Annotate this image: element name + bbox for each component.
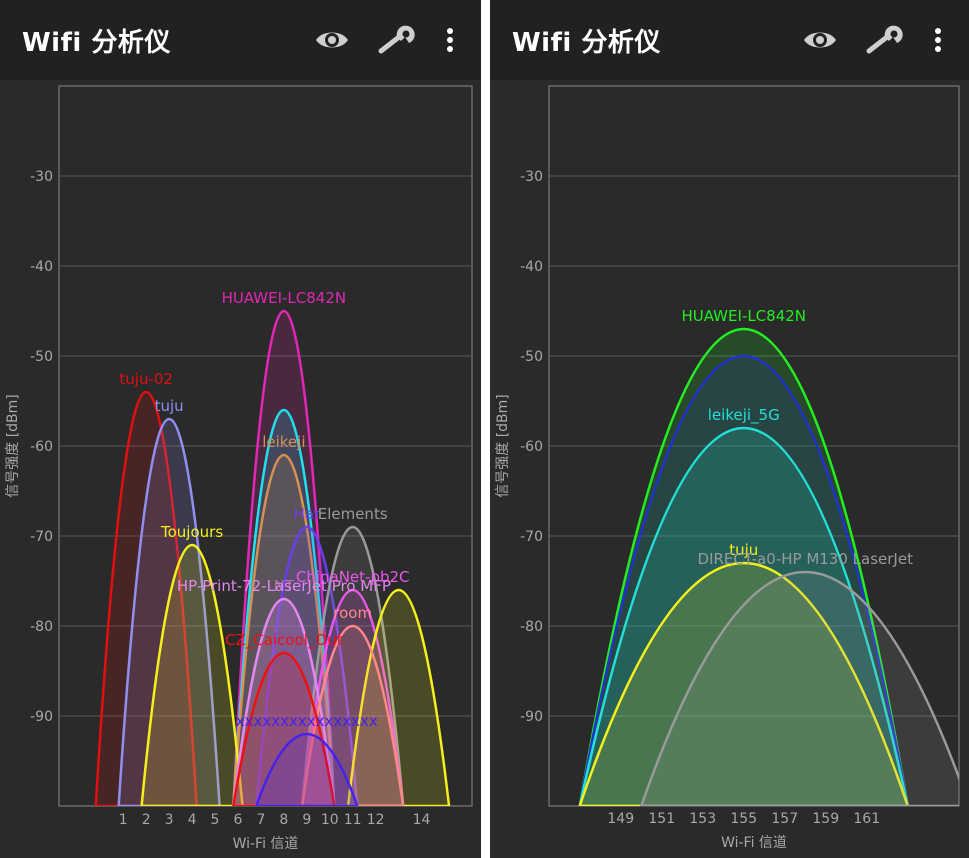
x-tick-label: 7 (256, 812, 265, 828)
y-tick-label: -50 (30, 349, 53, 365)
y-tick-label: -70 (30, 529, 53, 545)
y-tick-label: -40 (520, 259, 543, 275)
x-axis-label: Wi-Fi 信道 (721, 835, 787, 851)
x-tick-label: 4 (188, 812, 197, 828)
y-tick-label: -30 (30, 169, 53, 185)
x-axis-label: Wi-Fi 信道 (233, 836, 299, 852)
network-label: leikeji_5G (708, 406, 780, 425)
more-button[interactable] (427, 18, 473, 62)
x-tick-label: 2 (142, 812, 151, 828)
x-tick-label: 153 (689, 811, 716, 827)
network-label: tuju (155, 397, 184, 415)
network-label: tuju-02 (119, 370, 173, 388)
app-title: Wifi 分析仪 (512, 28, 661, 58)
network-label: CZ_Caicool_Out (225, 631, 343, 650)
app-bar: Wifi 分析仪 (490, 0, 969, 80)
x-tick-label: 6 (234, 812, 243, 828)
y-tick-label: -70 (520, 529, 543, 545)
x-tick-label: 151 (648, 811, 675, 827)
x-tick-label: 159 (812, 811, 839, 827)
y-tick-label: -50 (520, 349, 543, 365)
y-axis-label: 信号强度 [dBm] (5, 394, 21, 498)
y-tick-label: -90 (30, 709, 53, 725)
x-tick-label: 10 (321, 812, 339, 828)
x-tick-label: 1 (119, 812, 128, 828)
x-tick-label: 12 (367, 812, 385, 828)
more-button[interactable] (915, 18, 961, 62)
x-tick-label: 157 (771, 811, 798, 827)
wrench-icon (866, 25, 903, 54)
x-tick-label: 11 (344, 812, 362, 828)
signal-chart: -30-40-50-60-70-80-90信号强度 [dBm]1 2 3 4 5 6 7 8 9… (5, 85, 473, 852)
y-tick-label: -60 (520, 439, 543, 455)
view-button[interactable] (797, 18, 843, 62)
network-label: ChinaNet-pb2C (296, 568, 410, 586)
y-tick-label: -40 (30, 259, 53, 275)
x-tick-label: 161 (853, 811, 880, 827)
more-vert-icon (935, 28, 941, 52)
tools-button[interactable] (373, 18, 419, 62)
more-vert-icon (447, 28, 453, 52)
network-label: HUAWEI-LC842N (681, 307, 806, 325)
y-tick-label: -80 (30, 619, 53, 635)
signal-chart: -30 -40 -50 -60 -70 -80 -90 信号强度 [dBm] 149 151 153… (495, 85, 960, 851)
app-title: Wifi 分析仪 (22, 28, 171, 58)
network-label: leikeji (262, 433, 305, 451)
x-tick-label: 5 (211, 812, 220, 828)
network-label: room (333, 604, 372, 622)
eye-icon (316, 32, 348, 48)
y-tick-label: -30 (520, 169, 543, 185)
network-label: DIRECT-a0-HP M130 LaserJet (698, 550, 914, 568)
screen-2-4ghz: Wifi 分析仪 -30 -40 -50 -60 -70 -80 -90 信号强度 [dBm]… (0, 0, 481, 858)
view-button[interactable] (309, 18, 355, 62)
x-tick-label: 149 (607, 811, 634, 827)
x-tick-label: 14 (413, 812, 431, 828)
y-tick-label: -60 (30, 439, 53, 455)
tools-button[interactable] (861, 18, 907, 62)
y-tick-label: -90 (520, 709, 543, 725)
app-bar: Wifi 分析仪 (0, 0, 481, 80)
network-label: Toujours (160, 523, 223, 541)
x-tick-label: 155 (730, 811, 757, 827)
screen-5ghz: Wifi 分析仪 -30 -40 -50 -60 -70 -80 -90 信号强度 [dBm]… (490, 0, 969, 858)
x-tick-label: 3 (165, 812, 174, 828)
network-label: xxxxxxxxxxxxxxxx (236, 712, 378, 730)
eye-icon (804, 32, 836, 48)
network-label: HUAWEI-LC842N (222, 289, 347, 307)
wrench-icon (378, 25, 415, 54)
network-label: Elements (318, 505, 388, 523)
y-axis-label: 信号强度 [dBm] (495, 394, 511, 498)
x-tick-label: 8 (279, 812, 288, 828)
y-tick-label: -80 (520, 619, 543, 635)
x-tick-label: 9 (302, 812, 311, 828)
